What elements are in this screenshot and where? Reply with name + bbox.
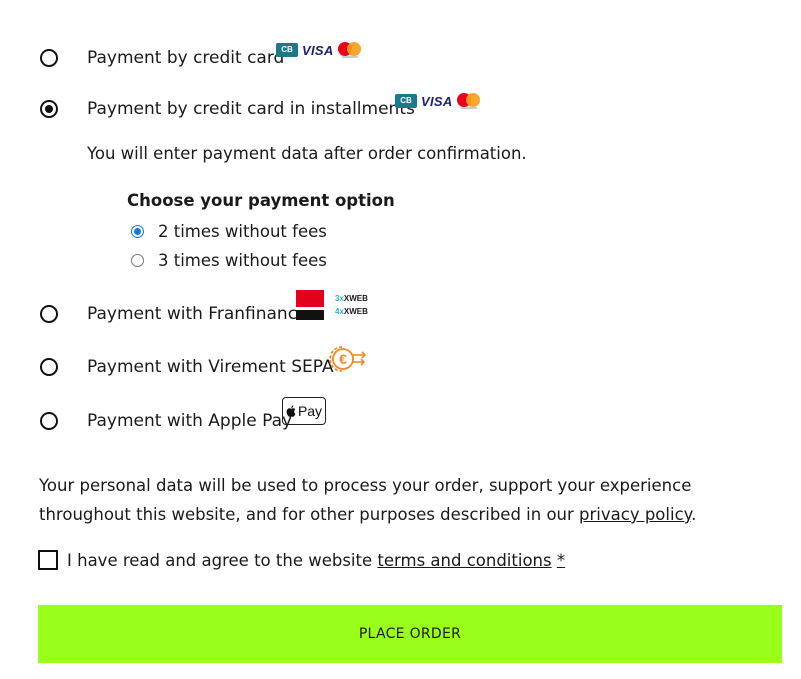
card-logos-2: CB VISA — [395, 93, 481, 109]
terms-and-conditions-link[interactable]: terms and conditions — [377, 551, 551, 570]
visa-icon: VISA — [421, 93, 453, 109]
installment-radio-2x[interactable] — [131, 224, 144, 238]
payment-method-apple-pay[interactable]: Payment with Apple Pay — [40, 406, 292, 436]
payment-radio-apple-pay[interactable] — [40, 412, 58, 430]
mastercard-icon — [456, 93, 481, 109]
apple-icon — [286, 405, 296, 417]
payment-method-credit-card[interactable]: Payment by credit card — [40, 43, 284, 73]
installment-option-3x[interactable]: 3 times without fees — [131, 249, 327, 271]
card-logos-1: CB VISA — [276, 42, 362, 58]
terms-label: I have read and agree to the website ter… — [67, 550, 566, 570]
payment-radio-sepa[interactable] — [40, 358, 58, 376]
privacy-notice: Your personal data will be used to proce… — [39, 476, 697, 524]
cb-icon: CB — [276, 43, 298, 57]
payment-method-sepa[interactable]: Payment with Virement SEPA — [40, 352, 334, 382]
payment-radio-franfinance[interactable] — [40, 305, 58, 323]
payment-label-installments: Payment by credit card in installments — [87, 99, 415, 119]
cb-icon: CB — [395, 94, 417, 108]
payment-radio-credit-card[interactable] — [40, 49, 58, 67]
franfinance-logo — [296, 290, 324, 320]
place-order-button[interactable]: PLACE ORDER — [38, 605, 782, 663]
installment-label-2x: 2 times without fees — [158, 221, 327, 241]
payment-radio-installments[interactable] — [40, 100, 58, 118]
visa-icon: VISA — [302, 42, 334, 58]
payment-label-credit-card: Payment by credit card — [87, 48, 285, 68]
terms-row[interactable]: I have read and agree to the website ter… — [38, 547, 565, 573]
payment-method-franfinance[interactable]: Payment with Franfinance — [40, 299, 308, 329]
euro-transfer-icon: € — [320, 343, 368, 379]
svg-text:€: € — [339, 351, 347, 367]
payment-label-sepa: Payment with Virement SEPA — [87, 357, 334, 377]
terms-checkbox[interactable] — [38, 550, 58, 570]
privacy-policy-link[interactable]: privacy policy — [579, 505, 691, 524]
payment-label-franfinance: Payment with Franfinance — [87, 304, 308, 324]
required-marker: * — [556, 550, 566, 570]
installment-label-3x: 3 times without fees — [158, 250, 327, 270]
installment-option-2x[interactable]: 2 times without fees — [131, 220, 327, 242]
mastercard-icon — [337, 42, 362, 58]
3xweb-4xweb-badge: 3xXWEB 4xXWEB — [335, 294, 368, 316]
payment-method-credit-card-installments[interactable]: Payment by credit card in installments — [40, 94, 415, 124]
installment-radio-3x[interactable] — [131, 253, 144, 267]
installments-info-text: You will enter payment data after order … — [87, 144, 527, 163]
payment-label-apple-pay: Payment with Apple Pay — [87, 411, 293, 431]
payment-option-title: Choose your payment option — [127, 191, 395, 210]
apple-pay-icon: Pay — [282, 397, 326, 425]
